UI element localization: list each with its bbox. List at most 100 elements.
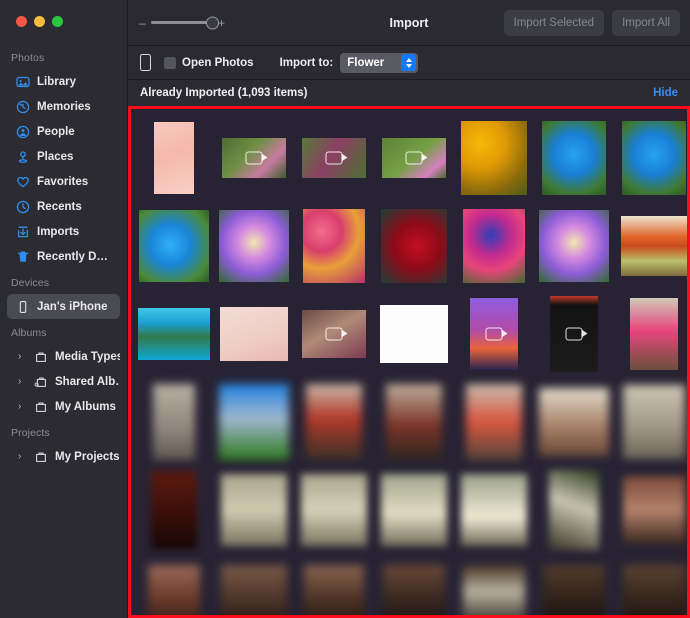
- import-all-button[interactable]: Import All: [612, 9, 680, 36]
- blurred-thumb[interactable]: [153, 384, 195, 460]
- sidebar-item-places[interactable]: Places: [7, 144, 120, 169]
- sunflower-field[interactable]: [461, 121, 527, 195]
- sunset-video[interactable]: [470, 298, 518, 370]
- blurred-thumb[interactable]: [148, 565, 200, 615]
- sidebar-item-my-projects[interactable]: › My Projects: [7, 444, 120, 469]
- photo-cell[interactable]: [617, 378, 687, 466]
- sidebar-item-favorites[interactable]: Favorites: [7, 169, 120, 194]
- blue-rose-2[interactable]: [622, 121, 686, 195]
- document-screenshot[interactable]: [380, 305, 448, 363]
- photo-cell[interactable]: [537, 554, 611, 615]
- blurred-thumb[interactable]: [221, 474, 287, 546]
- blurred-thumb[interactable]: [466, 384, 522, 460]
- sidebar-item-imports[interactable]: Imports: [7, 219, 120, 244]
- zoom-slider-knob[interactable]: [206, 16, 219, 29]
- photo-cell[interactable]: [617, 290, 687, 378]
- photo-cell[interactable]: [377, 466, 451, 554]
- photo-cell[interactable]: [137, 202, 211, 290]
- sidebar-item-recents[interactable]: Recents: [7, 194, 120, 219]
- sidebar-item-memories[interactable]: Memories: [7, 94, 120, 119]
- photo-cell[interactable]: [217, 290, 291, 378]
- photo-cell[interactable]: [457, 290, 531, 378]
- blurred-thumb[interactable]: [539, 388, 609, 456]
- blurred-thumb[interactable]: [463, 565, 525, 615]
- photo-cell[interactable]: [377, 202, 451, 290]
- purple-dahlia-1[interactable]: [219, 210, 289, 282]
- minimize-button-icon[interactable]: [34, 16, 45, 27]
- purple-bloom-video[interactable]: [382, 138, 446, 178]
- photo-cell[interactable]: [377, 554, 451, 615]
- photo-cell[interactable]: [297, 554, 371, 615]
- person-video[interactable]: [302, 310, 366, 358]
- zoom-in-icon[interactable]: +: [218, 17, 225, 29]
- blurred-thumb[interactable]: [623, 565, 685, 615]
- photo-cell[interactable]: [457, 554, 531, 615]
- photo-cell[interactable]: [377, 114, 451, 202]
- autumn-tree[interactable]: [621, 216, 687, 276]
- photo-cell[interactable]: [617, 114, 687, 202]
- mixed-flowers[interactable]: [303, 209, 365, 283]
- sidebar-item-people[interactable]: People: [7, 119, 120, 144]
- photo-cell[interactable]: [537, 114, 611, 202]
- blurred-thumb[interactable]: [381, 474, 447, 546]
- photo-cell[interactable]: [297, 466, 371, 554]
- photo-cell[interactable]: [217, 554, 291, 615]
- photo-cell[interactable]: [137, 114, 211, 202]
- photo-cell[interactable]: [457, 202, 531, 290]
- photo-cell[interactable]: [457, 378, 531, 466]
- close-button-icon[interactable]: [16, 16, 27, 27]
- photo-cell[interactable]: [457, 114, 531, 202]
- photo-cell[interactable]: [217, 114, 291, 202]
- photo-cell[interactable]: [137, 290, 211, 378]
- blurred-thumb[interactable]: [151, 471, 197, 549]
- sidebar-item-library[interactable]: Library: [7, 69, 120, 94]
- import-to-select[interactable]: Flower: [340, 52, 419, 73]
- sidebar-item-media-types[interactable]: › Media Types: [7, 344, 120, 369]
- winnie-the-pooh[interactable]: [154, 122, 194, 194]
- photo-cell[interactable]: [537, 290, 611, 378]
- blurred-thumb[interactable]: [221, 565, 287, 615]
- blurred-thumb[interactable]: [623, 385, 685, 459]
- sidebar-item-recently-deleted[interactable]: Recently D…: [7, 244, 120, 269]
- photo-cell[interactable]: [457, 466, 531, 554]
- blurred-thumb[interactable]: [623, 476, 685, 544]
- open-photos-checkbox[interactable]: [164, 56, 176, 69]
- photo-cell[interactable]: [537, 378, 611, 466]
- chevron-right-icon[interactable]: ›: [18, 376, 27, 387]
- blurred-thumb[interactable]: [301, 474, 367, 546]
- sidebar-item-my-albums[interactable]: › My Albums: [7, 394, 120, 419]
- person-pink-shirt[interactable]: [630, 298, 678, 370]
- photo-cell[interactable]: [137, 466, 211, 554]
- photo-cell[interactable]: [617, 202, 687, 290]
- photo-cell[interactable]: [617, 554, 687, 615]
- blurred-thumb[interactable]: [219, 384, 289, 460]
- photo-cell[interactable]: [217, 466, 291, 554]
- blue-rose-3[interactable]: [139, 210, 209, 282]
- photo-cell[interactable]: [377, 290, 451, 378]
- sidebar-item-jans-iphone[interactable]: Jan's iPhone: [7, 294, 120, 319]
- blurred-thumb[interactable]: [306, 384, 362, 460]
- import-selected-button[interactable]: Import Selected: [503, 9, 605, 36]
- blurred-thumb[interactable]: [383, 565, 445, 615]
- pink-flower-video[interactable]: [222, 138, 286, 178]
- photo-cell[interactable]: [137, 378, 211, 466]
- photo-cell[interactable]: [137, 554, 211, 615]
- sidebar-item-shared-albums[interactable]: › Shared Alb…: [7, 369, 120, 394]
- photo-cell[interactable]: [217, 202, 291, 290]
- photo-cell[interactable]: [297, 290, 371, 378]
- zoom-slider[interactable]: – +: [139, 16, 225, 29]
- lake-landscape[interactable]: [138, 308, 210, 360]
- screen-recording-video[interactable]: [550, 296, 598, 372]
- rainbow-rose[interactable]: [463, 209, 525, 283]
- blurred-thumb[interactable]: [304, 565, 364, 615]
- blurred-thumb[interactable]: [386, 384, 442, 460]
- purple-dahlia-2[interactable]: [539, 210, 609, 282]
- green-plant-video[interactable]: [302, 138, 366, 178]
- blue-rose-1[interactable]: [542, 121, 606, 195]
- zoom-out-icon[interactable]: –: [139, 17, 146, 29]
- chevron-right-icon[interactable]: ›: [18, 401, 27, 412]
- zoom-slider-track[interactable]: [151, 16, 219, 29]
- blurred-thumb[interactable]: [543, 565, 605, 615]
- photo-cell[interactable]: [537, 466, 611, 554]
- chevron-updown-icon[interactable]: [401, 54, 417, 71]
